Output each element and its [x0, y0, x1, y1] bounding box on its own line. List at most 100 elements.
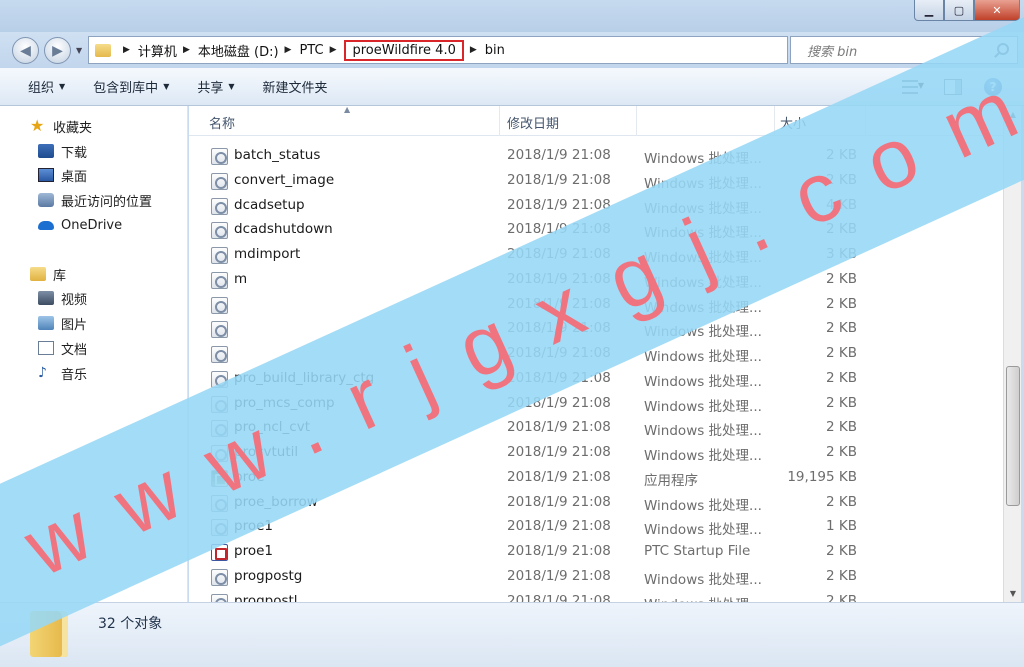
maximize-button[interactable]: ▢	[944, 0, 974, 21]
column-divider[interactable]	[636, 106, 637, 136]
sidebar-item-onedrive[interactable]: OneDrive	[38, 214, 122, 236]
file-size: 2 KB	[826, 394, 857, 411]
sidebar-item-desktop[interactable]: 桌面	[38, 164, 87, 186]
recent-pages-dropdown-icon[interactable]: ▼	[76, 46, 82, 55]
file-type: Windows 批处理...	[644, 448, 762, 464]
column-header-name[interactable]: 名称	[209, 113, 235, 132]
batch-file-icon	[211, 271, 228, 289]
file-name: m	[234, 270, 248, 287]
navigation-row: ◀ ▶ ▼ ▶ 计算机 ▶ 本地磁盘 (D:) ▶ PTC ▶ proeWild…	[0, 32, 1024, 68]
file-row[interactable]: proe1 2018/1/9 21:08 PTC Startup File 2 KB	[209, 540, 989, 564]
chevron-right-icon[interactable]: ▶	[330, 45, 337, 55]
sidebar-label: 图片	[61, 317, 88, 333]
sidebar-item-documents[interactable]: 文档	[38, 337, 87, 359]
file-row[interactable]: proe12018/1/9 21:08Windows 批处理...1 KB	[209, 515, 989, 539]
sidebar-label: OneDrive	[61, 217, 123, 233]
sidebar-item-recent[interactable]: 最近访问的位置	[38, 189, 152, 211]
video-icon	[38, 291, 54, 305]
file-modified-date: 2018/1/9 21:08	[507, 444, 611, 460]
maximize-icon: ▢	[953, 3, 965, 17]
sidebar-label: 文档	[61, 342, 88, 358]
include-library-label: 包含到库中	[93, 81, 159, 96]
window-controls: ▁ ▢ ✕	[914, 0, 1020, 21]
dropdown-arrow-icon: ▼	[59, 82, 66, 91]
file-modified-date: 2018/1/9 21:08	[507, 518, 611, 535]
back-button[interactable]: ◀	[12, 37, 39, 64]
batch-file-icon	[211, 148, 228, 165]
breadcrumb-computer[interactable]: 计算机	[138, 41, 177, 60]
chevron-right-icon[interactable]: ▶	[470, 45, 477, 55]
file-modified-date: 2018/1/9 21:08	[507, 543, 611, 559]
breadcrumb-ptc[interactable]: PTC	[299, 43, 323, 58]
file-size: 1 KB	[826, 518, 857, 535]
file-type: Windows 批处理...	[644, 398, 762, 415]
close-button[interactable]: ✕	[974, 0, 1020, 21]
file-name: dcadsetup	[234, 196, 305, 213]
batch-file-icon	[211, 247, 228, 264]
search-placeholder: 搜索 bin	[807, 44, 858, 60]
batch-file-icon	[211, 197, 228, 215]
desktop-icon	[38, 168, 54, 182]
address-bar[interactable]: ▶ 计算机 ▶ 本地磁盘 (D:) ▶ PTC ▶ proeWildfire 4…	[88, 36, 788, 64]
folder-icon	[95, 43, 111, 57]
file-name: proe1	[234, 543, 273, 559]
sidebar-item-downloads[interactable]: 下载	[38, 140, 87, 162]
file-name: convert_image	[234, 171, 335, 188]
breadcrumb-bin[interactable]: bin	[485, 43, 505, 58]
file-name: mdimport	[234, 246, 301, 262]
sidebar-item-favorites[interactable]: ★ 收藏夹	[30, 115, 92, 137]
file-modified-date: 2018/1/9 21:08	[507, 567, 611, 584]
file-modified-date: 2018/1/9 21:08	[507, 196, 611, 213]
close-icon: ✕	[992, 3, 1002, 17]
file-name: progpostg	[234, 567, 303, 584]
file-modified-date: 2018/1/9 21:08	[507, 419, 611, 436]
sidebar-label: 最近访问的位置	[61, 194, 153, 210]
file-modified-date: 2018/1/9 21:08	[507, 493, 611, 510]
music-icon: ♪	[38, 365, 47, 381]
file-type: Windows 批处理...	[644, 571, 762, 588]
file-size: 2 KB	[826, 543, 857, 559]
file-size: 2 KB	[826, 567, 857, 584]
breadcrumb-proewildfire[interactable]: proeWildfire 4.0	[344, 39, 464, 61]
file-size: 2 KB	[826, 592, 857, 603]
file-modified-date: 2018/1/9 21:08	[507, 468, 611, 485]
sidebar-item-videos[interactable]: 视频	[38, 287, 87, 309]
file-row[interactable]: progpostg 2018/1/9 21:08 Windows 批处理... 2 K…	[209, 565, 989, 589]
file-size: 2 KB	[826, 345, 857, 361]
sidebar-item-music[interactable]: ♪ 音乐	[38, 362, 87, 384]
file-modified-date: 2018/1/9 21:08	[507, 147, 611, 163]
sidebar-item-pictures[interactable]: 图片	[38, 312, 87, 334]
minimize-button[interactable]: ▁	[914, 0, 944, 21]
sidebar-label: 视频	[61, 292, 88, 308]
chevron-right-icon[interactable]: ▶	[123, 45, 130, 55]
file-modified-date: 2018/1/9 21:08	[507, 171, 611, 188]
file-row[interactable]: progpostl 2018/1/9 21:08 Windows 批处理... 2 K…	[209, 590, 989, 603]
sidebar-label: 下载	[61, 145, 88, 161]
forward-button[interactable]: ▶	[44, 37, 71, 64]
column-divider[interactable]	[499, 106, 500, 136]
column-header-modified[interactable]: 修改日期	[507, 113, 559, 132]
include-in-library-menu[interactable]: 包含到库中 ▼	[93, 77, 169, 96]
file-modified-date: 2018/1/9 21:08	[507, 592, 611, 603]
document-icon	[38, 341, 54, 355]
batch-file-icon	[211, 321, 228, 339]
file-name: progpostl	[234, 592, 298, 603]
share-menu[interactable]: 共享 ▼	[197, 77, 234, 96]
file-type: Windows 批处理...	[644, 349, 762, 365]
sort-ascending-icon: ▲	[344, 106, 351, 114]
chevron-right-icon[interactable]: ▶	[183, 45, 190, 55]
sidebar-label: 收藏夹	[53, 120, 93, 136]
minimize-icon: ▁	[924, 3, 934, 17]
scroll-down-icon[interactable]: ▼	[1004, 585, 1022, 602]
back-arrow-icon: ◀	[20, 42, 31, 59]
breadcrumb-drive-d[interactable]: 本地磁盘 (D:)	[198, 41, 279, 60]
file-type: Windows 批处理...	[644, 423, 762, 440]
sidebar-item-libraries[interactable]: 库	[30, 263, 66, 285]
chevron-right-icon[interactable]: ▶	[285, 45, 292, 55]
scroll-thumb[interactable]	[1006, 366, 1020, 506]
file-size: 2 KB	[826, 444, 857, 460]
batch-file-icon	[211, 346, 228, 363]
organize-menu[interactable]: 组织 ▼	[28, 77, 65, 96]
star-icon: ★	[30, 116, 45, 135]
new-folder-button[interactable]: 新建文件夹	[263, 77, 328, 96]
